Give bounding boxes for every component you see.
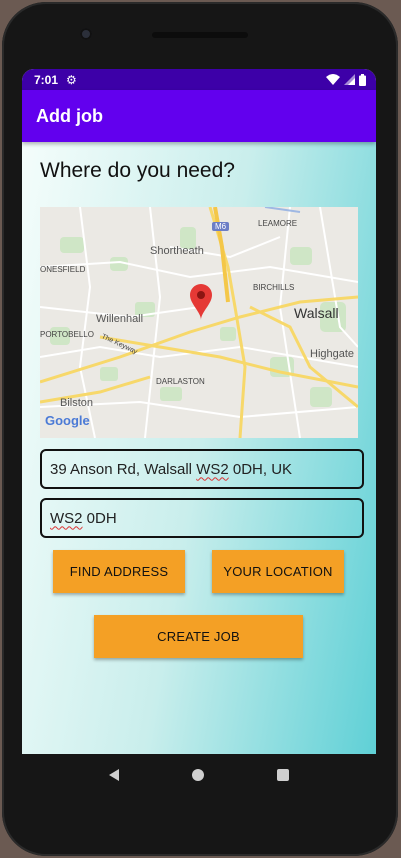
map-label-m6: M6 (212, 222, 230, 231)
map-label-portobello: PORTOBELLO (40, 330, 94, 339)
address-postcode-text: WS2 (196, 460, 229, 478)
find-address-button[interactable]: FIND ADDRESS (53, 550, 185, 593)
postcode-inward-text: 0DH (82, 509, 117, 527)
create-job-button[interactable]: CREATE JOB (94, 615, 303, 658)
map-label-birchills: BIRCHILLS (253, 283, 295, 292)
map-label-leamore: LEAMORE (258, 219, 298, 228)
app-bar-title: Add job (36, 105, 103, 126)
front-camera (80, 28, 92, 40)
app-bar: Add job (22, 90, 376, 142)
app-screen: 7:01 ⚙ Add job Where do you need? M6 LEA… (22, 69, 376, 754)
home-icon[interactable] (191, 769, 204, 781)
location-pin-icon[interactable] (190, 284, 212, 320)
back-icon[interactable] (108, 769, 119, 781)
postcode-outward-text: WS2 (50, 509, 83, 527)
google-logo: Google (45, 413, 90, 428)
system-navigation-bar (22, 754, 376, 796)
map-label-onesfield: ONESFIELD (40, 265, 86, 274)
status-icons (326, 73, 366, 86)
settings-gear-icon: ⚙ (66, 72, 77, 87)
map-label-highgate: Highgate (310, 348, 355, 360)
wifi-icon (326, 74, 340, 85)
battery-icon (359, 73, 366, 86)
map-label-walsall: Walsall (294, 305, 339, 321)
status-time: 7:01 (34, 72, 59, 87)
map-view[interactable]: M6 LEAMORE ONESFIELD Shortheath BIRCHILL… (40, 207, 358, 438)
cell-signal-icon (344, 74, 355, 85)
page-headline: Where do you need? (40, 159, 235, 182)
map-label-shortheath: Shortheath (150, 245, 204, 257)
postcode-input[interactable]: WS2 0DH (40, 498, 364, 538)
status-bar: 7:01 ⚙ (22, 69, 376, 90)
map-label-bilston: Bilston (60, 397, 94, 409)
your-location-button[interactable]: YOUR LOCATION (212, 550, 344, 593)
content-area: Where do you need? M6 LEAMORE ONESFIELD … (22, 142, 376, 754)
address-text-suffix: 0DH, UK (228, 460, 293, 478)
earpiece-speaker (152, 32, 248, 38)
address-text-prefix: 39 Anson Rd, Walsall (50, 460, 197, 478)
address-input[interactable]: 39 Anson Rd, Walsall WS2 0DH, UK (40, 449, 364, 489)
map-label-willenhall: Willenhall (96, 313, 144, 325)
recent-apps-icon[interactable] (277, 769, 290, 781)
map-label-darlaston: DARLASTON (156, 377, 205, 386)
